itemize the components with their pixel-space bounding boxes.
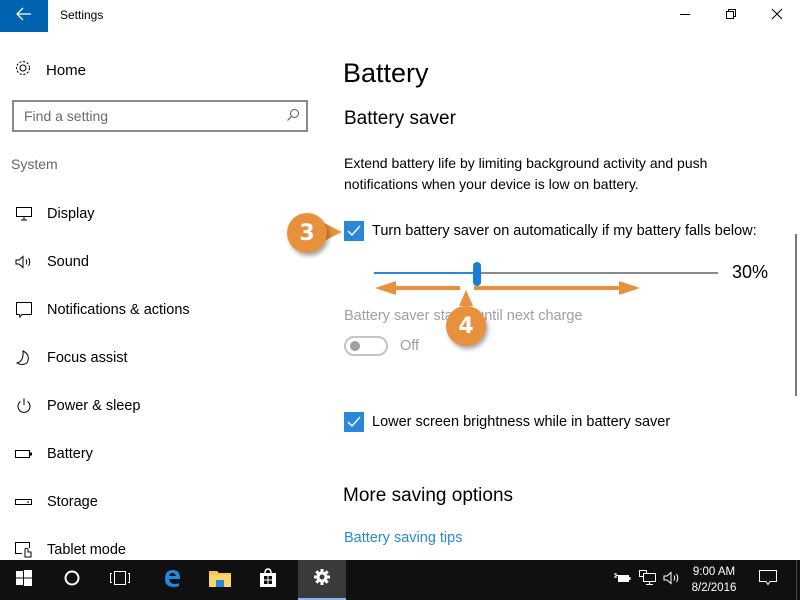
settings-gear-icon [313, 568, 331, 591]
restore-button[interactable] [708, 0, 754, 32]
slider-value: 30% [732, 262, 769, 282]
restore-icon [725, 7, 737, 25]
show-desktop-divider[interactable] [796, 560, 797, 600]
folder-icon [209, 569, 231, 592]
cortana-circle-icon [64, 570, 80, 591]
window-title: Settings [60, 8, 104, 22]
start-button[interactable] [0, 560, 48, 600]
slider-track-empty [477, 272, 718, 274]
sidebar-item-storage[interactable]: Storage [14, 490, 98, 514]
settings-taskbar-button[interactable] [298, 560, 346, 600]
tablet-mode-icon [14, 540, 34, 560]
close-button[interactable] [754, 0, 800, 32]
battery-saving-tips-link[interactable]: Battery saving tips [344, 530, 462, 546]
file-explorer-button[interactable] [196, 560, 244, 600]
sidebar-item-home[interactable]: Home [14, 58, 86, 82]
home-label: Home [46, 61, 87, 79]
more-saving-options-title: More saving options [343, 485, 514, 506]
checkmark-icon [347, 416, 361, 428]
taskbar: 9:00 AM 8/2/2016 [0, 560, 800, 600]
action-center-icon [759, 569, 777, 591]
sidebar-item-notifications[interactable]: Notifications & actions [14, 298, 190, 322]
scrollbar[interactable] [795, 234, 797, 396]
callout-badge-3: 3 [287, 213, 327, 253]
battery-icon [14, 444, 34, 464]
auto-battery-saver-checkbox[interactable]: Turn battery saver on automatically if m… [344, 221, 757, 241]
moon-icon [14, 348, 34, 368]
battery-threshold-slider[interactable] [374, 262, 718, 286]
search-input[interactable] [24, 107, 274, 125]
taskbar-clock[interactable]: 9:00 AM 8/2/2016 [684, 564, 744, 596]
task-view-icon [109, 570, 131, 591]
checkbox-checked[interactable] [344, 221, 364, 241]
volume-icon [663, 570, 681, 590]
battery-saver-toggle[interactable] [344, 336, 388, 356]
minimize-button[interactable] [662, 0, 708, 32]
sidebar-item-power-sleep[interactable]: Power & sleep [14, 394, 141, 418]
edge-browser-icon [162, 568, 182, 593]
slider-thumb[interactable] [473, 262, 481, 286]
sidebar-item-display[interactable]: Display [14, 202, 95, 226]
store-button[interactable] [244, 560, 292, 600]
search-icon[interactable] [286, 108, 300, 127]
sidebar-item-label: Display [47, 206, 95, 222]
store-bag-icon [258, 567, 278, 593]
sidebar-item-label: Tablet mode [47, 542, 126, 558]
callout-badge-4: 4 [446, 306, 486, 346]
display-icon [14, 204, 34, 224]
edge-button[interactable] [148, 560, 196, 600]
battery-charging-icon [613, 571, 631, 589]
windows-logo-icon [16, 569, 32, 591]
close-icon [771, 7, 783, 25]
sidebar-item-label: Storage [47, 494, 98, 510]
sidebar: Home System Display Sound Notifications … [0, 32, 320, 560]
minimize-icon [679, 7, 691, 25]
back-button[interactable] [0, 0, 48, 32]
gear-icon [14, 59, 32, 82]
sidebar-item-label: Sound [47, 254, 89, 270]
back-arrow-icon [16, 7, 32, 26]
clock-date: 8/2/2016 [691, 582, 737, 594]
slider-track-filled [374, 272, 477, 274]
action-center-button[interactable] [748, 560, 788, 600]
sidebar-item-label: Battery [47, 446, 93, 462]
checkmark-icon [347, 225, 361, 237]
section-description: Extend battery life by limiting backgrou… [344, 155, 708, 192]
sidebar-item-label: Power & sleep [47, 398, 141, 414]
main-content: Battery Battery saver Extend battery lif… [320, 32, 800, 560]
cortana-button[interactable] [48, 560, 96, 600]
sidebar-item-tablet-mode[interactable]: Tablet mode [14, 538, 126, 562]
search-box[interactable] [12, 100, 308, 132]
sidebar-item-battery[interactable]: Battery [14, 442, 93, 466]
clock-time: 9:00 AM [692, 566, 736, 578]
brightness-checkbox-label: Lower screen brightness while in battery… [372, 414, 671, 430]
lower-brightness-checkbox[interactable]: Lower screen brightness while in battery… [344, 412, 670, 432]
network-icon [639, 569, 657, 591]
section-title: Battery saver [344, 108, 456, 129]
checkbox-checked[interactable] [344, 412, 364, 432]
page-title: Battery [343, 58, 429, 88]
group-label-system: System [11, 156, 58, 172]
network-tray-button[interactable] [637, 560, 659, 600]
notification-icon [14, 300, 34, 320]
toggle-state-label: Off [400, 338, 420, 354]
auto-checkbox-label: Turn battery saver on automatically if m… [372, 223, 757, 239]
sidebar-item-label: Focus assist [47, 350, 128, 366]
task-view-button[interactable] [96, 560, 144, 600]
settings-window: Settings Home System Display [0, 0, 800, 560]
title-bar: Settings [0, 0, 800, 32]
speaker-icon [14, 252, 34, 272]
volume-tray-button[interactable] [661, 560, 683, 600]
sidebar-item-label: Notifications & actions [47, 302, 190, 318]
sidebar-item-sound[interactable]: Sound [14, 250, 89, 274]
power-tray-button[interactable] [612, 560, 632, 600]
sidebar-item-focus-assist[interactable]: Focus assist [14, 346, 128, 370]
storage-icon [14, 492, 34, 512]
power-icon [14, 396, 34, 416]
toggle-knob [350, 341, 360, 351]
